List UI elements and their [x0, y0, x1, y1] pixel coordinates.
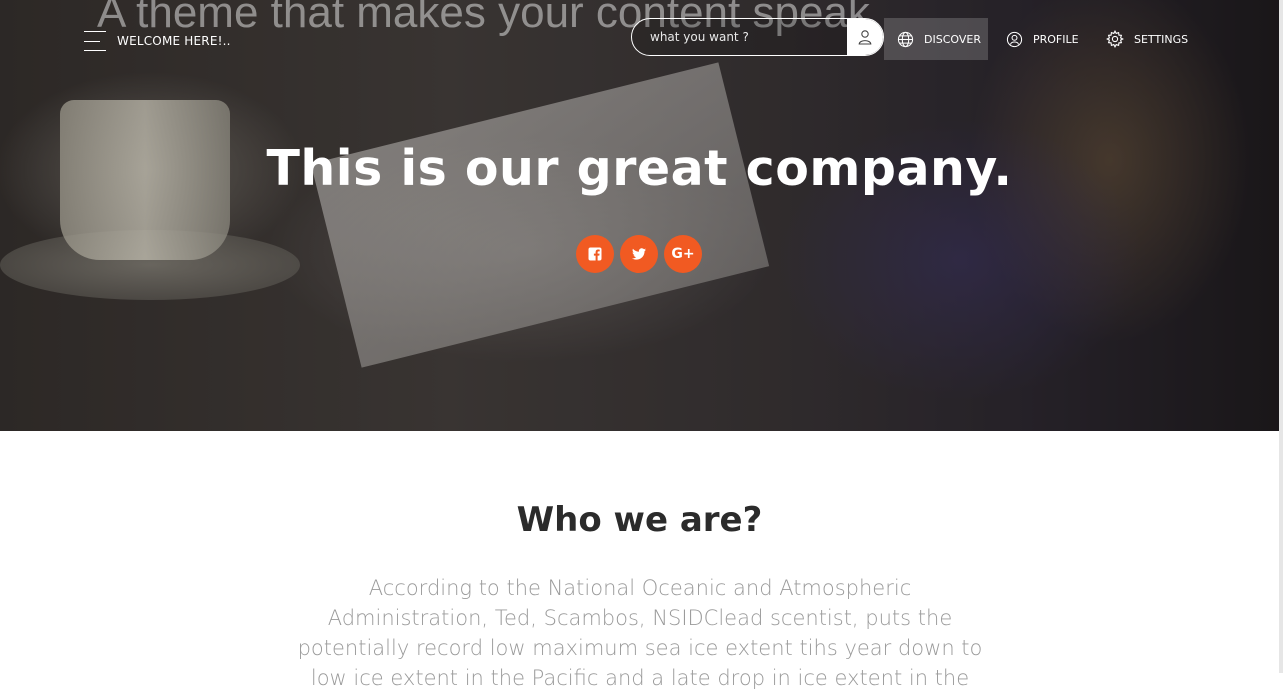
nav-discover-label: DISCOVER [924, 32, 981, 46]
scrollbar[interactable] [1279, 0, 1283, 673]
nav-profile-label: PROFILE [1033, 32, 1079, 46]
facebook-icon[interactable] [576, 235, 614, 273]
google-plus-icon[interactable]: G+ [664, 235, 702, 273]
nav-left: WELCOME HERE!.. [84, 31, 231, 51]
nav-profile[interactable]: PROFILE [1006, 18, 1079, 60]
nav-discover[interactable]: DISCOVER [884, 18, 988, 60]
user-circle-icon [1006, 31, 1023, 48]
twitter-icon[interactable] [620, 235, 658, 273]
nav-settings[interactable]: SETTINGS [1106, 18, 1188, 60]
about-text: According to the National Oceanic and At… [297, 576, 983, 690]
user-icon [858, 30, 872, 45]
hero-title: This is our great company. [266, 140, 1013, 197]
search-user-button[interactable] [847, 19, 883, 55]
welcome-text: WELCOME HERE!.. [117, 34, 231, 48]
notebook-image [310, 62, 770, 368]
search-bar [631, 18, 884, 56]
globe-icon [897, 31, 914, 48]
gear-icon [1106, 30, 1124, 48]
about-title: Who we are? [516, 500, 763, 540]
social-links: G+ [576, 235, 702, 273]
search-input[interactable] [632, 19, 847, 55]
nav-settings-label: SETTINGS [1134, 32, 1189, 46]
menu-icon[interactable] [84, 31, 106, 51]
hero-section: A theme that makes your content speak [0, 0, 1283, 431]
google-plus-glyph: G+ [671, 246, 695, 262]
